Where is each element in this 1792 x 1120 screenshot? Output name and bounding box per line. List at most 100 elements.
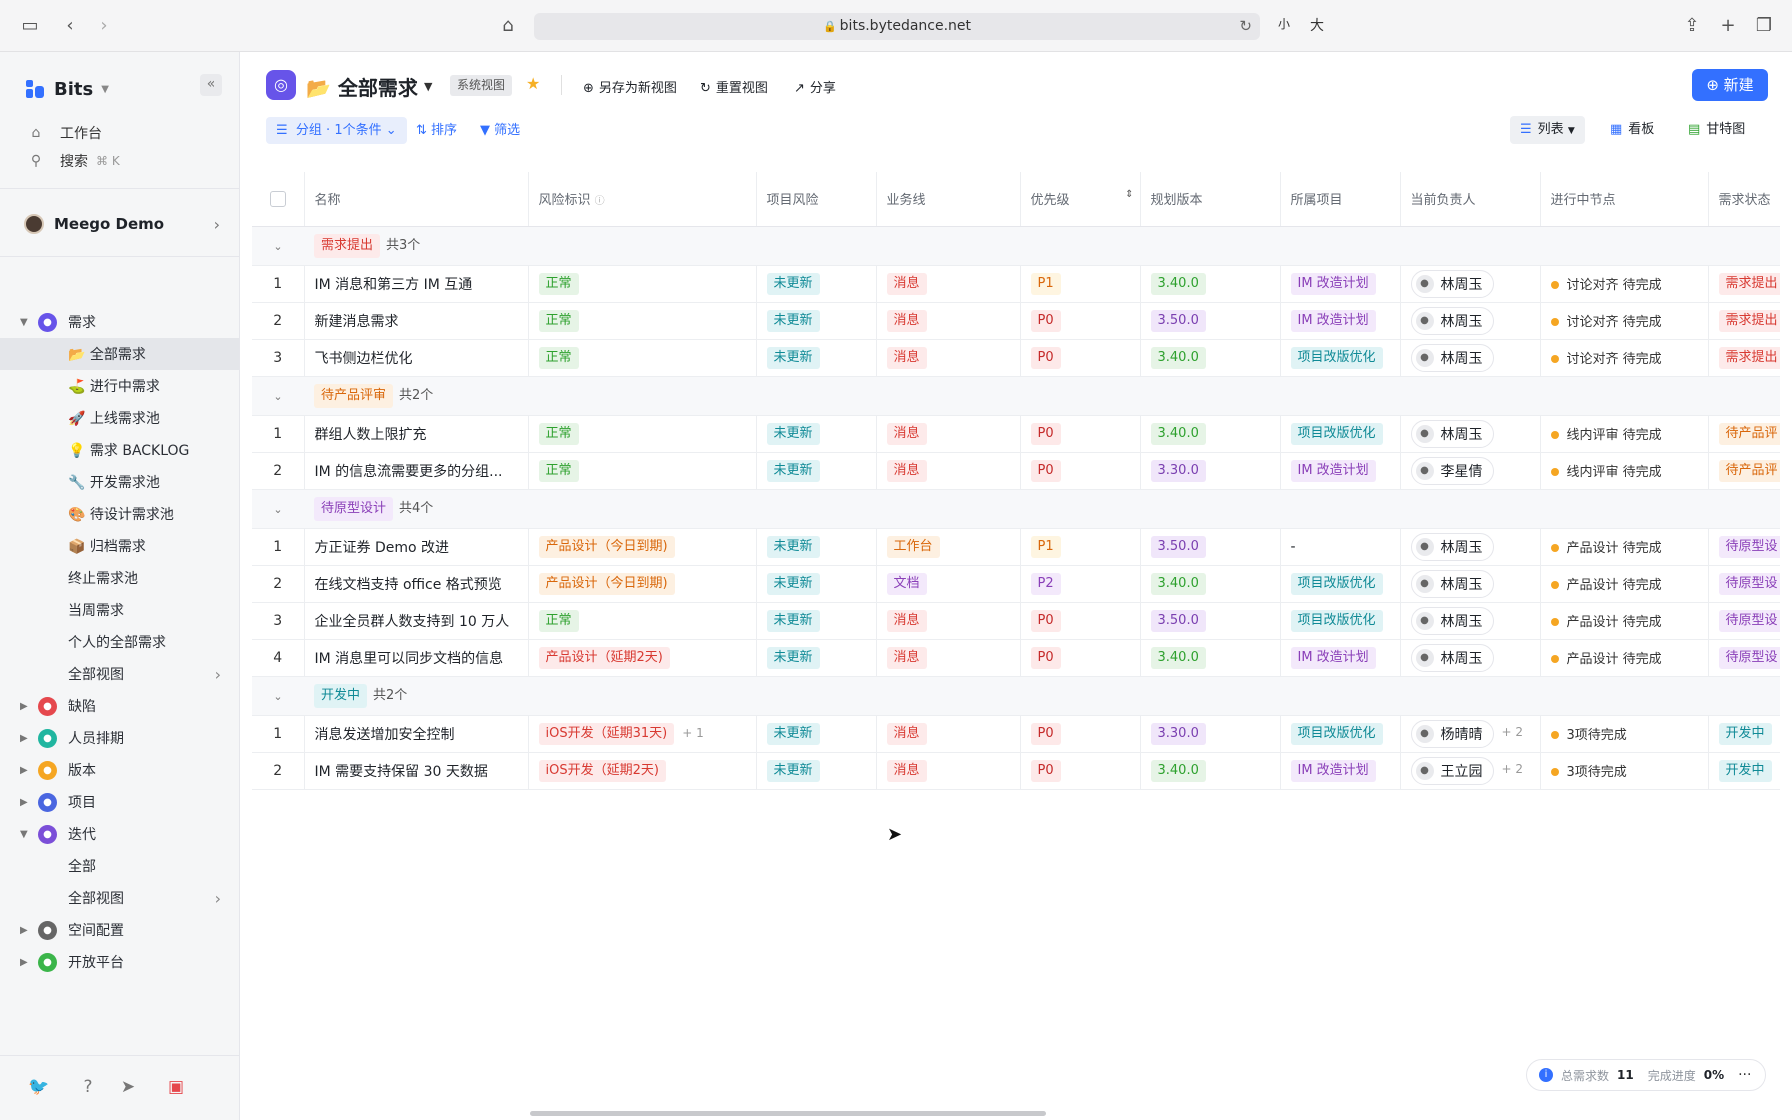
owner-chip[interactable]: ● 王立园 (1410, 756, 1494, 785)
column-header[interactable]: 项目风险 (756, 172, 877, 227)
group-toggle[interactable]: ⌄ (252, 376, 304, 416)
user-avatar-icon[interactable]: 🐦 (28, 1076, 50, 1098)
group-header-row[interactable]: ⌄ 待原型设计 共4个 (252, 489, 1780, 529)
sidebar-item-5[interactable]: 🔧 开发需求池 (0, 466, 239, 498)
owner-chip[interactable]: ● 林周玉 (1410, 569, 1494, 598)
back-icon[interactable]: ‹ (58, 14, 82, 38)
owner-chip[interactable]: ● 李星倩 (1410, 456, 1494, 485)
app-logo[interactable]: Bits ▼ (26, 76, 109, 102)
requirement-name[interactable]: 新建消息需求 (304, 302, 529, 340)
requirement-name[interactable]: 在线文档支持 office 格式预览 (304, 565, 529, 603)
sidebar-toggle-icon[interactable]: ▭ (18, 14, 42, 38)
requirement-name[interactable]: IM 的信息流需要更多的分组... (304, 452, 529, 490)
risk-more-count[interactable]: + 1 (682, 726, 704, 740)
new-button[interactable]: ⊕ 新建 (1692, 69, 1768, 101)
group-toggle[interactable]: ⌄ (252, 226, 304, 266)
requirement-name[interactable]: IM 消息和第三方 IM 互通 (304, 265, 529, 303)
group-header-row[interactable]: ⌄ 开发中 共2个 (252, 676, 1780, 716)
reload-icon[interactable]: ↻ (1239, 13, 1252, 40)
sort-arrows-icon[interactable]: ⇕ (1125, 189, 1133, 200)
requirement-name[interactable]: 消息发送增加安全控制 (304, 715, 529, 753)
owner-chip[interactable]: ● 林周玉 (1410, 606, 1494, 635)
owner-chip[interactable]: ● 林周玉 (1410, 343, 1494, 372)
owner-more-count[interactable]: + 2 (1502, 762, 1524, 776)
sidebar-item-8[interactable]: 终止需求池 (0, 562, 239, 594)
home-icon[interactable]: ⌂ (496, 14, 520, 38)
table-row[interactable]: 2 新建消息需求 正常 未更新 消息 P0 3.50.0 IM 改造计划 ● 林周玉 讨论对齐 待完… (252, 302, 1780, 340)
star-icon[interactable]: ★ (526, 74, 540, 93)
view-list-toggle[interactable]: ☰ 列表 ▼ (1510, 116, 1585, 144)
sidebar-item-2[interactable]: ⛳ 进行中需求 (0, 370, 239, 402)
save-as-view-button[interactable]: ⊕ 另存为新视图 (583, 77, 677, 96)
requirement-name[interactable]: 方正证券 Demo 改进 (304, 528, 529, 566)
sidebar-item-0[interactable]: ▼ ● 需求 (0, 306, 239, 338)
table-row[interactable]: 1 消息发送增加安全控制 iOS开发（延期31天) + 1 未更新 消息 P0 3.30.0 项… (252, 715, 1780, 753)
column-header[interactable]: 业务线 (876, 172, 1021, 227)
view-board-toggle[interactable]: ▦ 看板 (1610, 116, 1654, 144)
column-header[interactable]: 规划版本 (1140, 172, 1281, 227)
view-gantt-toggle[interactable]: ▤ 甘特图 (1688, 116, 1745, 144)
triangle-right-icon[interactable]: ▶ (20, 925, 28, 936)
reset-view-button[interactable]: ↻ 重置视图 (700, 77, 768, 96)
sidebar-item-17[interactable]: 全部 (0, 850, 239, 882)
column-header[interactable]: 风险标识 ⓘ (528, 172, 757, 227)
sidebar-item-12[interactable]: ▶ ● 缺陷 (0, 690, 239, 722)
nav-search[interactable]: ⚲ 搜索 ⌘ K (28, 150, 120, 172)
group-header-row[interactable]: ⌄ 待产品评审 共2个 (252, 376, 1780, 416)
page-title[interactable]: 📂 全部需求 (306, 72, 418, 101)
owner-chip[interactable]: ● 林周玉 (1410, 532, 1494, 561)
help-icon[interactable]: ? (77, 1076, 99, 1098)
table-row[interactable]: 2 IM 的信息流需要更多的分组... 正常 未更新 消息 P0 3.30.0 IM 改造计划… (252, 452, 1780, 490)
owner-chip[interactable]: ● 杨晴晴 (1410, 719, 1494, 748)
table-row[interactable]: 1 方正证券 Demo 改进 产品设计（今日到期) 未更新 工作台 P1 3.50.0 - ● 林… (252, 528, 1780, 566)
triangle-right-icon[interactable]: ▶ (20, 701, 28, 712)
collapse-sidebar-button[interactable]: « (200, 74, 222, 96)
group-filter-button[interactable]: ☰ 分组 · 1个条件 ⌄ (266, 117, 407, 144)
filter-button[interactable]: ▼ 筛选 (480, 117, 520, 144)
column-header[interactable]: 需求状态 (1708, 172, 1780, 227)
table-row[interactable]: 4 IM 消息里可以同步文档的信息 产品设计（延期2天) 未更新 消息 P0 3.40.0 I… (252, 639, 1780, 677)
triangle-down-icon[interactable]: ▼ (20, 829, 28, 840)
triangle-right-icon[interactable]: ▶ (20, 797, 28, 808)
triangle-right-icon[interactable]: ▶ (20, 957, 28, 968)
requirement-name[interactable]: IM 消息里可以同步文档的信息 (304, 639, 529, 677)
tabs-overview-icon[interactable]: ❐ (1752, 14, 1776, 38)
requirement-name[interactable]: 群组人数上限扩充 (304, 415, 529, 453)
column-header[interactable]: 进行中节点 (1540, 172, 1709, 227)
sort-button[interactable]: ⇅ 排序 (416, 117, 457, 144)
column-header[interactable]: 所属项目 (1280, 172, 1401, 227)
sidebar-item-20[interactable]: ▶ ● 开放平台 (0, 946, 239, 978)
requirement-name[interactable]: IM 需要支持保留 30 天数据 (304, 752, 529, 790)
sidebar-item-3[interactable]: 🚀 上线需求池 (0, 402, 239, 434)
sidebar-item-11[interactable]: 全部视图 › (0, 658, 239, 690)
column-header[interactable]: 名称 (304, 172, 529, 227)
sidebar-item-1[interactable]: 📂 全部需求 (0, 338, 239, 370)
table-row[interactable]: 2 IM 需要支持保留 30 天数据 iOS开发（延期2天) 未更新 消息 P0 3.40.… (252, 752, 1780, 790)
column-header[interactable]: 优先级 ⇕ (1020, 172, 1141, 227)
font-small-button[interactable]: 小 (1278, 15, 1290, 32)
sidebar-item-15[interactable]: ▶ ● 项目 (0, 786, 239, 818)
gift-icon[interactable]: ▣ (165, 1076, 187, 1098)
table-row[interactable]: 1 群组人数上限扩充 正常 未更新 消息 P0 3.40.0 项目改版优化 ● 林周玉 线内评审 待… (252, 415, 1780, 453)
table-row[interactable]: 1 IM 消息和第三方 IM 互通 正常 未更新 消息 P1 3.40.0 IM 改造计划 ● 林… (252, 265, 1780, 303)
share-view-button[interactable]: ↗ 分享 (794, 77, 836, 96)
sidebar-item-13[interactable]: ▶ ● 人员排期 (0, 722, 239, 754)
sidebar-item-18[interactable]: 全部视图 › (0, 882, 239, 914)
owner-chip[interactable]: ● 林周玉 (1410, 269, 1494, 298)
sidebar-item-14[interactable]: ▶ ● 版本 (0, 754, 239, 786)
horizontal-scrollbar[interactable] (530, 1111, 1046, 1116)
nav-workbench[interactable]: ⌂ 工作台 (28, 122, 102, 144)
table-row[interactable]: 3 企业全员群人数支持到 10 万人 正常 未更新 消息 P0 3.50.0 项目改版优化 ● 林… (252, 602, 1780, 640)
share-icon[interactable]: ⇪ (1680, 14, 1704, 38)
sidebar-item-16[interactable]: ▼ ● 迭代 (0, 818, 239, 850)
more-icon[interactable]: ··· (1738, 1067, 1751, 1083)
sidebar-item-4[interactable]: 💡 需求 BACKLOG (0, 434, 239, 466)
select-all-checkbox[interactable] (269, 190, 286, 207)
address-bar[interactable]: 🔒 bits.bytedance.net ↻ (534, 13, 1260, 40)
group-toggle[interactable]: ⌄ (252, 489, 304, 529)
column-header[interactable]: 当前负责人 (1400, 172, 1541, 227)
sidebar-item-19[interactable]: ▶ ● 空间配置 (0, 914, 239, 946)
group-header-row[interactable]: ⌄ 需求提出 共3个 (252, 226, 1780, 266)
forward-icon[interactable]: › (92, 14, 116, 38)
triangle-right-icon[interactable]: ▶ (20, 733, 28, 744)
